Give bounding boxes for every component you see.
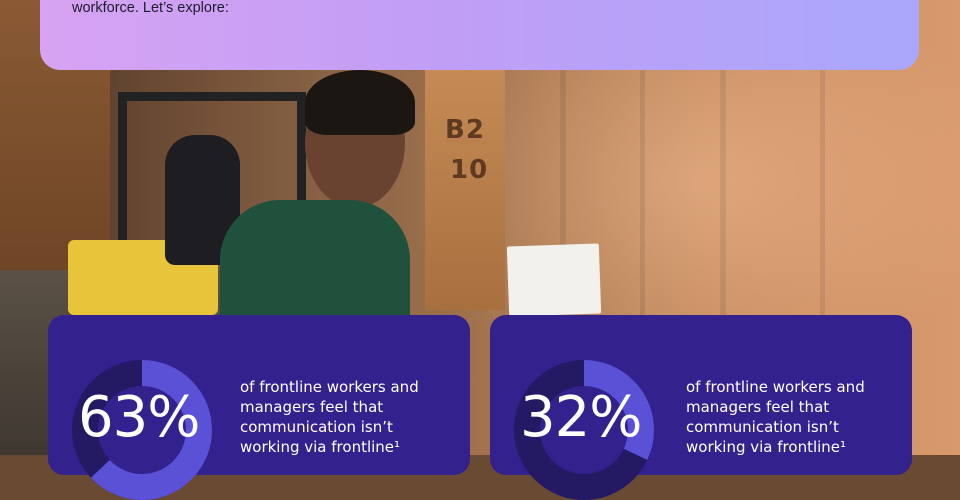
door-label-bottom: 10 bbox=[450, 155, 489, 185]
stat-description: of frontline workers and managers feel t… bbox=[240, 378, 419, 456]
stat-value: 32% bbox=[520, 385, 642, 450]
stat-description: of frontline workers and managers feel t… bbox=[686, 378, 865, 456]
door-label-top: B2 bbox=[445, 115, 485, 145]
stat-value: 63% bbox=[78, 385, 200, 450]
banner-text: workforce. Let’s explore: bbox=[72, 0, 229, 16]
worker-hair bbox=[305, 70, 415, 135]
stat-card: 32% of frontline workers and managers fe… bbox=[490, 315, 912, 500]
intro-banner: workforce. Let’s explore: bbox=[40, 0, 919, 70]
crate-door bbox=[425, 70, 505, 310]
stat-card: 63% of frontline workers and managers fe… bbox=[48, 315, 470, 500]
clipboard-paper bbox=[506, 243, 602, 317]
